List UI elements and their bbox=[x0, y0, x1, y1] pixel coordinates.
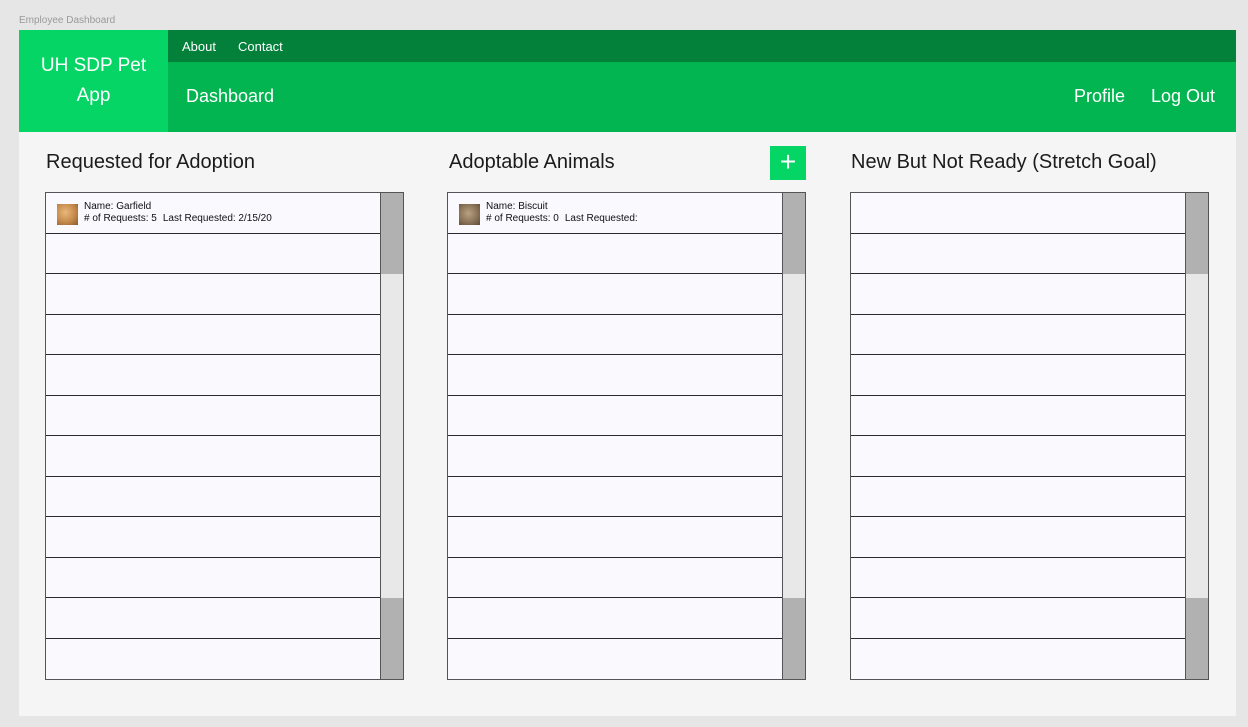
list-item[interactable] bbox=[46, 234, 380, 274]
list-item[interactable] bbox=[448, 598, 782, 639]
new-not-ready-list bbox=[850, 192, 1209, 680]
list-item[interactable] bbox=[851, 436, 1185, 477]
item-name: Name: Garfield bbox=[84, 201, 152, 212]
scroll-up-thumb[interactable] bbox=[783, 193, 805, 274]
list-item[interactable] bbox=[448, 477, 782, 517]
list-item[interactable] bbox=[46, 477, 380, 517]
list-item[interactable] bbox=[448, 274, 782, 315]
list-item[interactable] bbox=[851, 315, 1185, 355]
list-rows bbox=[851, 193, 1185, 679]
list-item[interactable] bbox=[851, 193, 1185, 234]
list-item[interactable] bbox=[46, 436, 380, 477]
list-item[interactable] bbox=[851, 517, 1185, 558]
list-rows: Name: Biscuit # of Requests: 0 Last Reque… bbox=[448, 193, 782, 679]
list-item[interactable] bbox=[448, 436, 782, 477]
list-item[interactable] bbox=[46, 274, 380, 315]
list-item[interactable] bbox=[448, 558, 782, 598]
list-item[interactable] bbox=[851, 598, 1185, 639]
contact-link[interactable]: Contact bbox=[238, 39, 283, 54]
dashboard-link[interactable]: Dashboard bbox=[186, 86, 274, 107]
list-item[interactable] bbox=[851, 396, 1185, 436]
list-item[interactable] bbox=[46, 558, 380, 598]
scroll-up-thumb[interactable] bbox=[381, 193, 403, 274]
item-name: Name: Biscuit bbox=[486, 201, 548, 212]
requested-adoption-title: Requested for Adoption bbox=[46, 151, 256, 173]
header: UH SDP Pet App About Contact Dashboard P… bbox=[19, 30, 1236, 132]
list-item[interactable] bbox=[46, 315, 380, 355]
list-item[interactable] bbox=[448, 396, 782, 436]
list-item[interactable] bbox=[851, 274, 1185, 315]
add-animal-button[interactable]: + bbox=[770, 146, 806, 180]
list-item[interactable] bbox=[851, 355, 1185, 396]
app-logo[interactable]: UH SDP Pet App bbox=[19, 30, 168, 132]
profile-link[interactable]: Profile bbox=[1074, 86, 1125, 107]
list-item[interactable] bbox=[851, 234, 1185, 274]
list-item[interactable] bbox=[448, 315, 782, 355]
list-item[interactable]: Name: Garfield # of Requests: 5 Last Requ… bbox=[46, 193, 380, 234]
cat-photo-icon bbox=[57, 203, 78, 225]
list-item[interactable] bbox=[851, 477, 1185, 517]
dog-photo-icon bbox=[459, 203, 480, 225]
requested-adoption-list: Name: Garfield # of Requests: 5 Last Requ… bbox=[45, 192, 404, 680]
list-item[interactable] bbox=[46, 396, 380, 436]
item-requests: # of Requests: 0 bbox=[486, 213, 559, 224]
scroll-down-thumb[interactable] bbox=[381, 598, 403, 679]
adoptable-animals-list: Name: Biscuit # of Requests: 0 Last Reque… bbox=[447, 192, 806, 680]
scroll-up-thumb[interactable] bbox=[1186, 193, 1208, 274]
scroll-down-thumb[interactable] bbox=[783, 598, 805, 679]
list-item[interactable] bbox=[448, 517, 782, 558]
list-item[interactable] bbox=[448, 355, 782, 396]
about-link[interactable]: About bbox=[182, 39, 216, 54]
logout-link[interactable]: Log Out bbox=[1151, 86, 1215, 107]
list-item[interactable] bbox=[46, 517, 380, 558]
adoptable-animals-title: Adoptable Animals bbox=[449, 151, 615, 173]
scrollbar[interactable] bbox=[380, 193, 403, 679]
item-last-requested: Last Requested: bbox=[564, 213, 638, 224]
list-rows: Name: Garfield # of Requests: 5 Last Requ… bbox=[46, 193, 380, 679]
list-item[interactable] bbox=[448, 234, 782, 274]
scroll-down-thumb[interactable] bbox=[1186, 598, 1208, 679]
window-title: Employee Dashboard bbox=[19, 15, 116, 26]
scrollbar[interactable] bbox=[1185, 193, 1208, 679]
item-last-requested: Last Requested: 2/15/20 bbox=[162, 213, 272, 224]
top-nav-bar: About Contact bbox=[168, 30, 1236, 62]
new-not-ready-title: New But Not Ready (Stretch Goal) bbox=[851, 151, 1157, 173]
scrollbar[interactable] bbox=[782, 193, 805, 679]
list-item[interactable] bbox=[851, 558, 1185, 598]
main-nav-bar: Dashboard Profile Log Out bbox=[168, 62, 1236, 132]
list-item[interactable] bbox=[46, 598, 380, 639]
app-frame: UH SDP Pet App About Contact Dashboard P… bbox=[19, 30, 1236, 716]
list-item[interactable] bbox=[46, 355, 380, 396]
list-item[interactable]: Name: Biscuit # of Requests: 0 Last Reque… bbox=[448, 193, 782, 234]
item-requests: # of Requests: 5 bbox=[84, 213, 157, 224]
